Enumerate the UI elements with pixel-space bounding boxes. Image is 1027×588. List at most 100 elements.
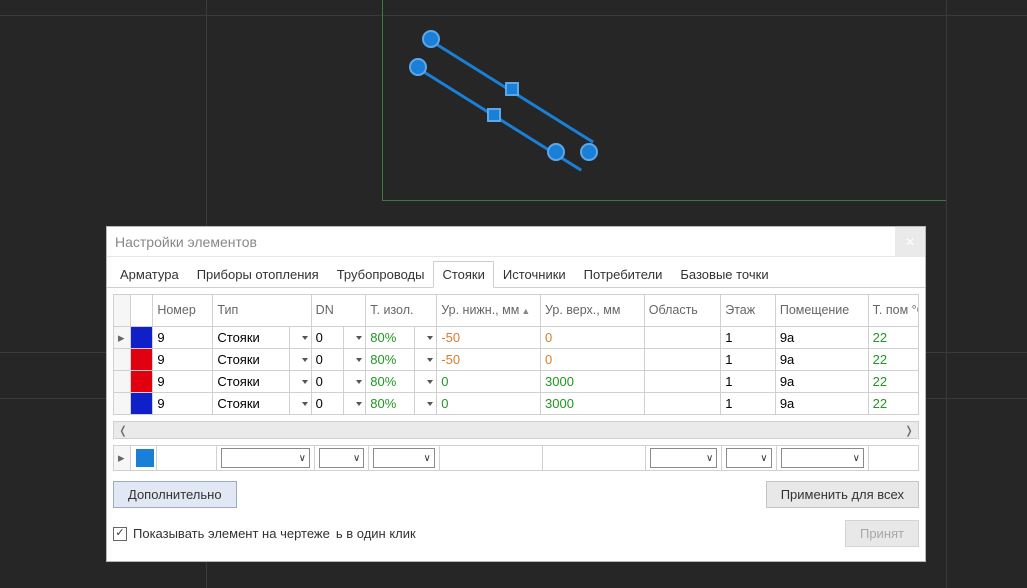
filter-nomer[interactable] bbox=[157, 446, 217, 471]
close-button[interactable]: ✕ bbox=[895, 227, 925, 257]
color-swatch[interactable] bbox=[131, 371, 152, 392]
col-ur-nizh[interactable]: Ур. нижн., мм▲ bbox=[437, 295, 541, 327]
filter-izol[interactable]: ∨ bbox=[369, 446, 440, 471]
row-selector[interactable]: ▸ bbox=[114, 327, 131, 349]
cell-ur-verh[interactable]: 3000 bbox=[541, 371, 645, 393]
cell-ur-nizh[interactable]: -50 bbox=[437, 349, 541, 371]
color-swatch[interactable] bbox=[131, 349, 152, 370]
tip-dropdown[interactable] bbox=[289, 393, 311, 415]
tab-risers[interactable]: Стояки bbox=[433, 261, 493, 288]
dn-dropdown[interactable] bbox=[344, 371, 366, 393]
filter-ur-nizh[interactable] bbox=[439, 446, 542, 471]
more-button[interactable]: Дополнительно bbox=[113, 481, 237, 508]
col-ur-verh[interactable]: Ур. верх., мм bbox=[541, 295, 645, 327]
cell-etazh[interactable]: 1 bbox=[721, 371, 776, 393]
cell-tpom[interactable]: 22 bbox=[868, 327, 918, 349]
cell-nomer[interactable]: 9 bbox=[153, 393, 213, 415]
tip-dropdown[interactable] bbox=[289, 327, 311, 349]
row-selector[interactable] bbox=[114, 371, 131, 393]
tab-pipes[interactable]: Трубопроводы bbox=[328, 261, 434, 288]
cell-ur-nizh[interactable]: 0 bbox=[437, 393, 541, 415]
cell-tip[interactable]: Стояки bbox=[213, 371, 289, 393]
cell-etazh[interactable]: 1 bbox=[721, 327, 776, 349]
cell-izol[interactable]: 80% bbox=[366, 349, 415, 371]
table-row[interactable]: 9 Стояки 0 80% 0 3000 1 9a 22 bbox=[114, 371, 919, 393]
col-etazh[interactable]: Этаж bbox=[721, 295, 776, 327]
filter-ur-verh[interactable] bbox=[543, 446, 646, 471]
table-row[interactable]: 9 Стояки 0 80% -50 0 1 9a 22 bbox=[114, 349, 919, 371]
cell-oblast[interactable] bbox=[644, 349, 720, 371]
pipe-midpoint[interactable] bbox=[487, 108, 501, 122]
izol-dropdown[interactable] bbox=[415, 327, 437, 349]
cell-dn[interactable]: 0 bbox=[311, 349, 344, 371]
row-selector[interactable] bbox=[114, 349, 131, 371]
cell-oblast[interactable] bbox=[644, 371, 720, 393]
cell-etazh[interactable]: 1 bbox=[721, 393, 776, 415]
izol-dropdown[interactable] bbox=[415, 393, 437, 415]
cell-pomesh[interactable]: 9a bbox=[775, 327, 868, 349]
pipe-node[interactable] bbox=[580, 143, 598, 161]
accept-button[interactable]: Принят bbox=[845, 520, 919, 547]
cell-pomesh[interactable]: 9a bbox=[775, 349, 868, 371]
filter-color-swatch[interactable] bbox=[136, 449, 154, 467]
col-nomer[interactable]: Номер bbox=[153, 295, 213, 327]
pipe-node[interactable] bbox=[547, 143, 565, 161]
cell-nomer[interactable]: 9 bbox=[153, 327, 213, 349]
pipe-midpoint[interactable] bbox=[505, 82, 519, 96]
tip-dropdown[interactable] bbox=[289, 371, 311, 393]
filter-dn[interactable]: ∨ bbox=[314, 446, 368, 471]
col-izol[interactable]: Т. изол. bbox=[366, 295, 437, 327]
cell-dn[interactable]: 0 bbox=[311, 371, 344, 393]
scroll-right-icon[interactable]: ❭ bbox=[900, 422, 918, 438]
cell-ur-nizh[interactable]: 0 bbox=[437, 371, 541, 393]
cell-tip[interactable]: Стояки bbox=[213, 327, 289, 349]
tab-sources[interactable]: Источники bbox=[494, 261, 575, 288]
cell-ur-verh[interactable]: 0 bbox=[541, 349, 645, 371]
col-oblast[interactable]: Область bbox=[644, 295, 720, 327]
tab-devices[interactable]: Приборы отопления bbox=[188, 261, 328, 288]
cell-ur-verh[interactable]: 3000 bbox=[541, 393, 645, 415]
cell-etazh[interactable]: 1 bbox=[721, 349, 776, 371]
dn-dropdown[interactable] bbox=[344, 349, 366, 371]
cell-dn[interactable]: 0 bbox=[311, 327, 344, 349]
color-swatch[interactable] bbox=[131, 327, 152, 348]
dn-dropdown[interactable] bbox=[344, 393, 366, 415]
cell-tip[interactable]: Стояки bbox=[213, 349, 289, 371]
filter-etazh[interactable]: ∨ bbox=[722, 446, 776, 471]
cell-izol[interactable]: 80% bbox=[366, 393, 415, 415]
izol-dropdown[interactable] bbox=[415, 349, 437, 371]
col-pomesh[interactable]: Помещение bbox=[775, 295, 868, 327]
row-selector[interactable] bbox=[114, 393, 131, 415]
cell-oblast[interactable] bbox=[644, 327, 720, 349]
scroll-left-icon[interactable]: ❬ bbox=[114, 422, 132, 438]
cell-tpom[interactable]: 22 bbox=[868, 371, 918, 393]
table-row[interactable]: ▸ 9 Стояки 0 80% -50 0 1 9a 22 bbox=[114, 327, 919, 349]
horizontal-scrollbar[interactable]: ❬ ❭ bbox=[113, 421, 919, 439]
filter-tpom[interactable] bbox=[868, 446, 918, 471]
pipe-node[interactable] bbox=[422, 30, 440, 48]
izol-dropdown[interactable] bbox=[415, 371, 437, 393]
cell-ur-verh[interactable]: 0 bbox=[541, 327, 645, 349]
filter-tip[interactable]: ∨ bbox=[217, 446, 315, 471]
cell-ur-nizh[interactable]: -50 bbox=[437, 327, 541, 349]
table-row[interactable]: 9 Стояки 0 80% 0 3000 1 9a 22 bbox=[114, 393, 919, 415]
filter-row-selector[interactable]: ▸ bbox=[114, 446, 131, 471]
cell-tpom[interactable]: 22 bbox=[868, 393, 918, 415]
tab-consumers[interactable]: Потребители bbox=[575, 261, 672, 288]
cell-tpom[interactable]: 22 bbox=[868, 349, 918, 371]
cell-dn[interactable]: 0 bbox=[311, 393, 344, 415]
dn-dropdown[interactable] bbox=[344, 327, 366, 349]
col-tip[interactable]: Тип bbox=[213, 295, 311, 327]
cell-tip[interactable]: Стояки bbox=[213, 393, 289, 415]
apply-all-button[interactable]: Применить для всех bbox=[766, 481, 919, 508]
col-tpom[interactable]: Т. пом °C bbox=[868, 295, 918, 327]
show-on-drawing-checkbox[interactable]: ✓ bbox=[113, 527, 127, 541]
cell-izol[interactable]: 80% bbox=[366, 371, 415, 393]
cell-nomer[interactable]: 9 bbox=[153, 371, 213, 393]
pipe-node[interactable] bbox=[409, 58, 427, 76]
cell-oblast[interactable] bbox=[644, 393, 720, 415]
cell-pomesh[interactable]: 9a bbox=[775, 371, 868, 393]
filter-oblast[interactable]: ∨ bbox=[646, 446, 722, 471]
tab-armatura[interactable]: Арматура bbox=[111, 261, 188, 288]
tip-dropdown[interactable] bbox=[289, 349, 311, 371]
